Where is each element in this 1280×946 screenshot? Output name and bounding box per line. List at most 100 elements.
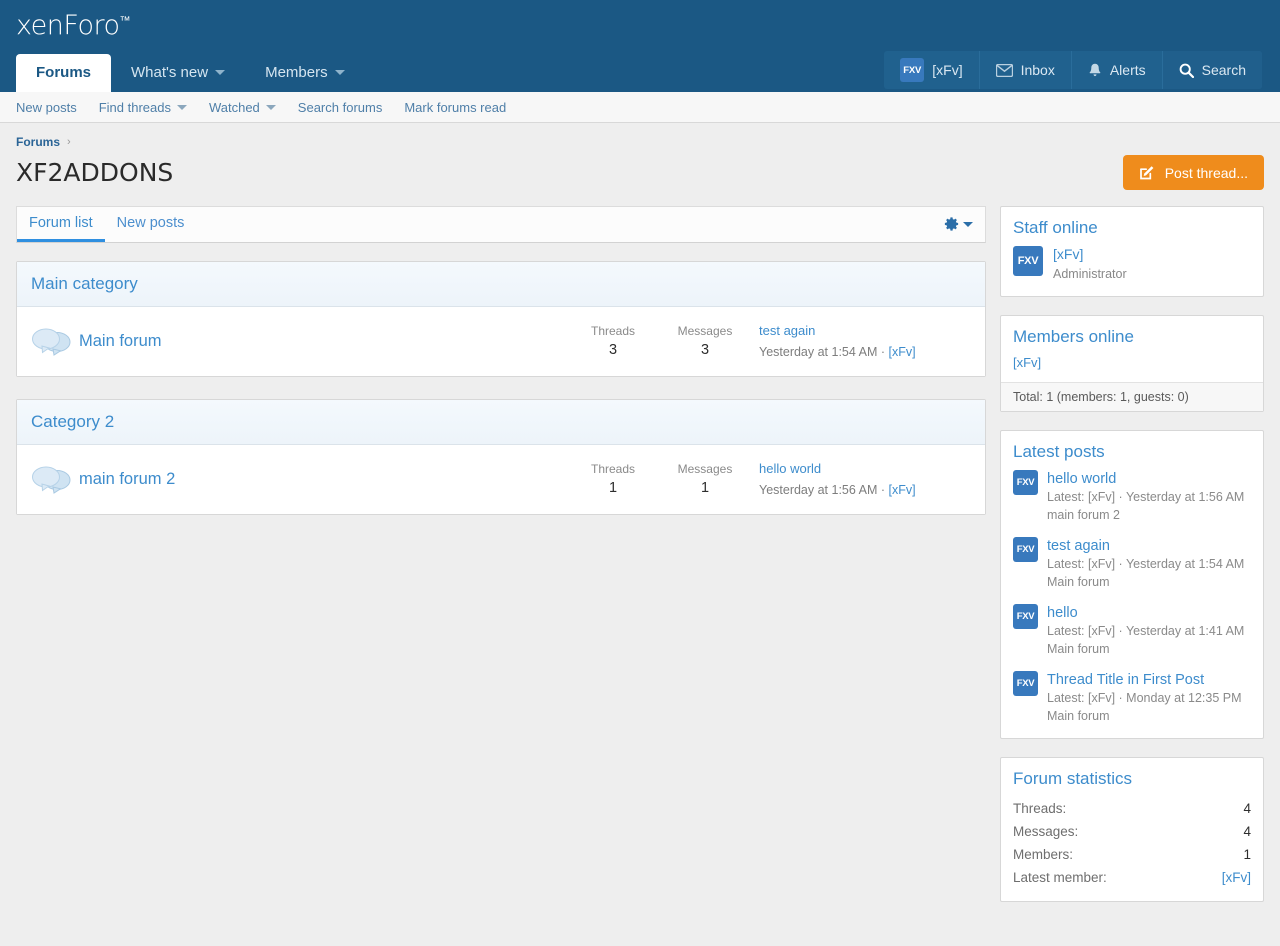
last-post-author-link[interactable]: [xFv] bbox=[888, 483, 915, 497]
nav-tab-forums[interactable]: Forums bbox=[16, 54, 112, 92]
forum-title-link[interactable]: Main forum bbox=[79, 332, 567, 351]
main-content: Forum list New posts Main category Main … bbox=[16, 206, 986, 537]
site-logo[interactable]: xenForo™ bbox=[16, 10, 130, 41]
last-post-time: Yesterday at 1:56 AM bbox=[759, 482, 878, 497]
avatar[interactable]: FXV bbox=[1013, 246, 1043, 276]
latest-posts-body: FXV hello world Latest: [xFv] · Yesterda… bbox=[1001, 469, 1263, 738]
trademark-mark: ™ bbox=[119, 14, 131, 27]
tab-forum-list[interactable]: Forum list bbox=[17, 207, 105, 242]
site-logo-text: xenForo bbox=[16, 10, 120, 41]
last-post-author-link[interactable]: [xFv] bbox=[888, 345, 915, 359]
latest-post-info: Thread Title in First Post Latest: [xFv]… bbox=[1047, 671, 1251, 726]
nav-tab-members[interactable]: Members bbox=[245, 54, 365, 92]
forum-messages-value: 1 bbox=[700, 479, 710, 496]
last-post-meta: Yesterday at 1:56 AM · [xFv] bbox=[759, 483, 916, 497]
stat-key: Latest member: bbox=[1013, 870, 1107, 886]
latest-post-title-link[interactable]: hello bbox=[1047, 604, 1251, 622]
subnav-item-search-forums[interactable]: Search forums bbox=[298, 100, 383, 115]
node-category-title[interactable]: Category 2 bbox=[31, 412, 114, 431]
forum-title-link[interactable]: main forum 2 bbox=[79, 470, 567, 489]
members-online-total: Total: 1 (members: 1, guests: 0) bbox=[1001, 381, 1263, 411]
post-thread-button[interactable]: Post thread... bbox=[1122, 155, 1264, 190]
inbox-button[interactable]: Inbox bbox=[980, 51, 1072, 89]
members-online-title: Members online bbox=[1013, 326, 1134, 346]
latest-post-title-link[interactable]: hello world bbox=[1047, 470, 1251, 488]
latest-member-link[interactable]: [xFv] bbox=[1222, 866, 1251, 889]
last-post-thread-link[interactable]: test again bbox=[759, 321, 971, 342]
latest-post-info: test again Latest: [xFv] · Yesterday at … bbox=[1047, 537, 1251, 592]
breadcrumb: Forums › bbox=[0, 123, 1280, 149]
avatar[interactable]: FXV bbox=[1013, 536, 1038, 562]
subnav-item-watched[interactable]: Watched bbox=[209, 100, 276, 115]
chevron-down-icon bbox=[334, 70, 345, 75]
search-icon bbox=[1179, 63, 1194, 78]
secondary-navigation: New posts Find threads Watched Search fo… bbox=[0, 92, 1280, 123]
staff-online-block: Staff online FXV [xFv] Administrator bbox=[1000, 206, 1264, 297]
last-post-thread-link[interactable]: hello world bbox=[759, 459, 971, 480]
forum-last-post: hello world Yesterday at 1:56 AM · [xFv] bbox=[751, 459, 971, 500]
latest-post-forum[interactable]: Main forum bbox=[1047, 573, 1251, 591]
content-wrapper: Forum list New posts Main category Main … bbox=[0, 206, 1280, 920]
subnav-item-new-posts[interactable]: New posts bbox=[16, 100, 77, 115]
search-button[interactable]: Search bbox=[1162, 51, 1262, 89]
list-item: Latest member: [xFv] bbox=[1013, 866, 1251, 889]
latest-post-title-link[interactable]: Thread Title in First Post bbox=[1047, 671, 1251, 689]
breadcrumb-item-forums[interactable]: Forums bbox=[16, 135, 60, 149]
page-title: XF2ADDONS bbox=[16, 158, 174, 187]
staff-online-body: FXV [xFv] Administrator bbox=[1001, 246, 1263, 296]
forum-threads-stat: Threads 3 bbox=[567, 322, 659, 361]
latest-post-meta: Latest: [xFv] · Yesterday at 1:54 AM bbox=[1047, 556, 1245, 571]
forum-tab-strip: Forum list New posts bbox=[16, 206, 986, 243]
tab-new-posts-label: New posts bbox=[116, 215, 185, 231]
staff-info: [xFv] Administrator bbox=[1053, 246, 1127, 284]
nav-tab-whats-new-label: What's new bbox=[131, 64, 209, 81]
members-online-body: [xFv] bbox=[1001, 355, 1263, 382]
forum-threads-stat: Threads 1 bbox=[567, 460, 659, 499]
last-post-time: Yesterday at 1:54 AM bbox=[759, 344, 878, 359]
latest-post-forum[interactable]: Main forum bbox=[1047, 707, 1251, 725]
sidebar: Staff online FXV [xFv] Administrator Mem… bbox=[1000, 206, 1264, 920]
page-title-bar: XF2ADDONS Post thread... bbox=[0, 149, 1280, 206]
subnav-item-search-forums-label: Search forums bbox=[297, 99, 383, 115]
avatar[interactable]: FXV bbox=[1013, 603, 1038, 629]
node-forum-row: main forum 2 Threads 1 Messages 1 hello … bbox=[17, 444, 985, 514]
account-menu-button[interactable]: FXV [xFv] bbox=[884, 51, 980, 89]
node-category-block: Category 2 main forum 2 Threads 1 Messag… bbox=[16, 398, 986, 515]
chevron-down-icon bbox=[265, 104, 276, 110]
stat-key: Members: bbox=[1013, 846, 1074, 862]
tab-new-posts[interactable]: New posts bbox=[105, 207, 197, 242]
staff-username-link[interactable]: [xFv] bbox=[1053, 246, 1127, 264]
search-label: Search bbox=[1201, 62, 1246, 78]
node-category-title[interactable]: Main category bbox=[31, 274, 138, 293]
list-item: FXV test again Latest: [xFv] · Yesterday… bbox=[1013, 536, 1251, 592]
avatar[interactable]: FXV bbox=[1013, 469, 1038, 495]
latest-post-forum[interactable]: main forum 2 bbox=[1047, 506, 1251, 524]
avatar: FXV bbox=[900, 58, 925, 82]
subnav-item-mark-forums-read[interactable]: Mark forums read bbox=[404, 100, 506, 115]
last-post-meta: Yesterday at 1:54 AM · [xFv] bbox=[759, 345, 916, 359]
subnav-item-new-posts-label: New posts bbox=[16, 99, 77, 115]
list-item: FXV hello world Latest: [xFv] · Yesterda… bbox=[1013, 469, 1251, 525]
nav-tab-whats-new[interactable]: What's new bbox=[111, 54, 245, 92]
avatar[interactable]: FXV bbox=[1013, 670, 1038, 696]
list-item: Messages: 4 bbox=[1013, 820, 1251, 843]
forum-tabs: Forum list New posts bbox=[17, 207, 196, 242]
member-online-link[interactable]: [xFv] bbox=[1013, 355, 1041, 370]
site-header: xenForo™ Forums What's new Members FXV [… bbox=[0, 0, 1280, 92]
chevron-down-icon bbox=[215, 70, 226, 75]
forum-threads-label: Threads bbox=[590, 461, 636, 476]
forum-options-menu-button[interactable] bbox=[944, 207, 985, 242]
alerts-button[interactable]: Alerts bbox=[1072, 51, 1163, 89]
latest-post-forum[interactable]: Main forum bbox=[1047, 640, 1251, 658]
post-thread-label: Post thread... bbox=[1164, 164, 1248, 181]
list-item: FXV Thread Title in First Post Latest: [… bbox=[1013, 670, 1251, 726]
latest-post-info: hello world Latest: [xFv] · Yesterday at… bbox=[1047, 470, 1251, 525]
account-username: [xFv] bbox=[932, 62, 963, 78]
nav-tab-forums-label: Forums bbox=[36, 64, 92, 81]
forum-stats: Threads 3 Messages 3 bbox=[567, 322, 751, 361]
speech-bubbles-icon bbox=[31, 326, 73, 357]
latest-post-title-link[interactable]: test again bbox=[1047, 537, 1251, 555]
subnav-item-find-threads[interactable]: Find threads bbox=[99, 100, 187, 115]
list-item: FXV [xFv] Administrator bbox=[1013, 246, 1251, 284]
latest-post-meta: Latest: [xFv] · Yesterday at 1:56 AM bbox=[1047, 489, 1245, 504]
